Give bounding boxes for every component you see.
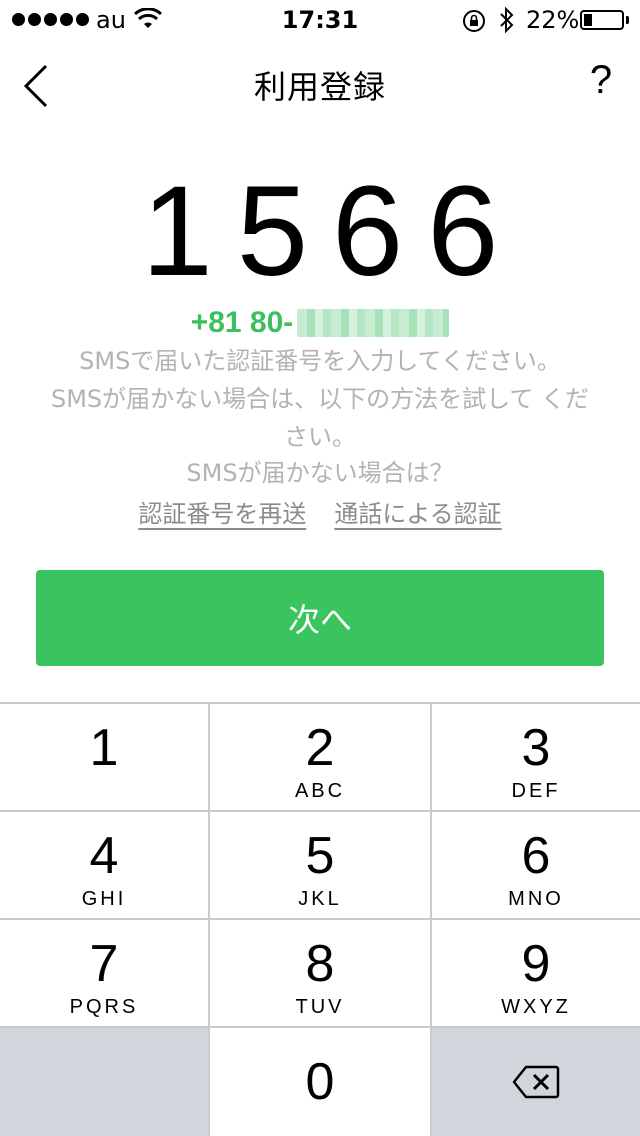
next-button[interactable]: 次へ [36,570,604,666]
phone-number-redaction [297,309,450,337]
key-digit: 4 [89,827,119,885]
battery-tip [626,16,629,24]
key-6[interactable]: 6 MNO [432,812,640,918]
phone-number-row: +81 80- [0,306,640,340]
key-9[interactable]: 9 WXYZ [432,920,640,1026]
key-5[interactable]: 5 JKL [210,812,430,918]
key-letters: PQRS [69,996,139,1018]
key-letters: ABC [294,780,346,802]
page-title: 利用登録 [253,68,386,106]
key-4[interactable]: 4 GHI [0,812,208,918]
fallback-instruction-text: SMSが届かない場合は、以下の方法を試して ください。 [50,385,590,451]
status-bar: au 17:31 22% [0,0,640,40]
help-button[interactable]: ? [584,58,618,108]
battery-icon [580,10,624,30]
phone-number: +81 80- [190,306,294,339]
key-digit: 6 [521,827,551,885]
key-0[interactable]: 0 [210,1028,430,1136]
call-verification-link[interactable]: 通話による認証 [334,494,501,529]
bluetooth-icon [498,6,516,40]
verification-code-display: 1566 [141,160,523,303]
resend-code-link[interactable]: 認証番号を再送 [138,494,306,529]
key-letters: JKL [298,888,342,910]
key-letters: TUV [295,996,345,1018]
instruction-text: SMSで届いた認証番号を入力してください。 [79,347,561,375]
key-digit: 5 [305,827,335,885]
key-8[interactable]: 8 TUV [210,920,430,1026]
key-digit: 8 [305,935,335,993]
key-letters: DEF [511,780,561,802]
alternate-methods: 認証番号を再送 通話による認証 [0,494,640,529]
battery-percent: 22% [526,6,580,34]
key-2[interactable]: 2 ABC [210,704,430,810]
backspace-icon [512,1065,560,1099]
key-3[interactable]: 3 DEF [432,704,640,810]
key-letters: MNO [508,888,564,910]
key-digit: 2 [305,719,335,777]
key-letters: GHI [81,888,127,910]
key-digit: 7 [89,935,119,993]
keypad-blank-key [0,1028,208,1136]
sms-verification-screen: au 17:31 22% 利用登録 ? 1566 +81 80- SMSで届いた… [0,0,640,1136]
key-digit: 9 [521,935,551,993]
key-digit: 3 [521,719,551,777]
key-digit: 0 [305,1053,335,1111]
delete-key[interactable] [432,1028,640,1136]
key-letters: WXYZ [501,996,571,1018]
rotation-lock-icon [462,9,486,39]
no-sms-question: SMSが届かない場合は？ [186,459,454,487]
key-7[interactable]: 7 PQRS [0,920,208,1026]
key-1[interactable]: 1 [0,704,208,810]
key-digit: 1 [89,719,119,777]
numeric-keypad: 1 2 ABC 3 DEF 4 GHI 5 JKL 6 MNO 7 PQRS 8 [0,702,640,1136]
